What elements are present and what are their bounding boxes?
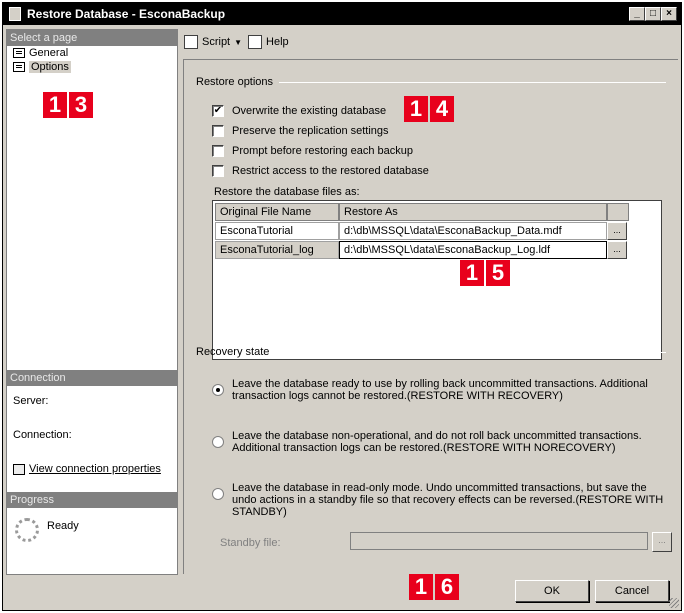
column-header-original[interactable]: Original File Name xyxy=(215,203,339,221)
window-controls: _ □ × xyxy=(629,7,677,21)
standby-file-input[interactable] xyxy=(350,532,648,550)
page-item-options[interactable]: Options xyxy=(7,60,177,74)
checkbox-label: Prompt before restoring each backup xyxy=(232,145,413,157)
table-row: EsconaTutorial_log d:\db\MSSQL\data\Esco… xyxy=(215,241,627,259)
preserve-replication-checkbox[interactable]: Preserve the replication settings xyxy=(212,124,389,138)
script-button[interactable]: Script ▼ xyxy=(184,35,242,49)
progress-section: Progress Ready xyxy=(7,492,177,542)
toolbar: Script ▼ Help xyxy=(184,35,289,49)
radio-recovery[interactable]: Leave the database ready to use by rolli… xyxy=(212,378,672,402)
spinner-icon xyxy=(15,518,39,542)
database-icon xyxy=(9,7,21,21)
radio-button xyxy=(212,436,224,448)
resize-grip[interactable] xyxy=(669,598,679,608)
left-panel: Select a page General Options 1 3 Connec… xyxy=(6,29,178,575)
radio-standby[interactable]: Leave the database in read-only mode. Un… xyxy=(212,482,672,518)
minimize-button[interactable]: _ xyxy=(629,7,645,21)
browse-button[interactable]: ... xyxy=(607,222,627,240)
group-title: Restore options xyxy=(196,76,274,88)
chevron-down-icon: ▼ xyxy=(234,37,243,47)
progress-status: Ready xyxy=(47,520,79,532)
callout-13-a: 1 xyxy=(43,92,67,118)
radio-label: Leave the database ready to use by rolli… xyxy=(232,378,648,402)
recovery-state-group: Recovery state xyxy=(196,346,666,358)
page-label: Options xyxy=(29,61,71,73)
checkbox-label: Overwrite the existing database xyxy=(232,105,387,117)
standby-file-label: Standby file: xyxy=(220,537,281,549)
restore-as-cell[interactable]: d:\db\MSSQL\data\EsconaBackup_Data.mdf xyxy=(339,222,607,240)
radio-button xyxy=(212,488,224,500)
ok-button[interactable]: OK xyxy=(515,580,589,602)
divider xyxy=(279,81,666,83)
properties-icon xyxy=(13,463,25,475)
view-connection-properties-link[interactable]: View connection properties xyxy=(7,462,177,476)
callout-14-b: 4 xyxy=(430,96,454,122)
select-page-header: Select a page xyxy=(7,30,177,46)
script-icon xyxy=(184,35,198,49)
table-row: EsconaTutorial d:\db\MSSQL\data\EsconaBa… xyxy=(215,222,627,240)
overwrite-checkbox[interactable]: ✔ Overwrite the existing database xyxy=(212,104,386,118)
radio-label: Leave the database non-operational, and … xyxy=(232,430,642,454)
checkbox-label: Preserve the replication settings xyxy=(232,125,389,137)
checkbox-box xyxy=(212,145,224,157)
connection-label: Connection: xyxy=(13,429,72,441)
maximize-button[interactable]: □ xyxy=(645,7,661,21)
original-file-cell: EsconaTutorial_log xyxy=(215,241,339,259)
connection-header: Connection xyxy=(7,370,177,386)
restore-files-label: Restore the database files as: xyxy=(214,186,360,198)
page-icon xyxy=(13,62,25,72)
page-item-general[interactable]: General xyxy=(7,46,177,60)
close-button[interactable]: × xyxy=(661,7,677,21)
radio-button xyxy=(212,384,224,396)
title-bar[interactable]: Restore Database - EsconaBackup _ □ × xyxy=(3,3,681,25)
callout-16-b: 6 xyxy=(435,574,459,600)
restore-database-window: Restore Database - EsconaBackup _ □ × Se… xyxy=(2,2,682,611)
progress-header: Progress xyxy=(7,492,177,508)
column-header-blank xyxy=(607,203,629,221)
callout-16-a: 1 xyxy=(409,574,433,600)
checkbox-box xyxy=(212,125,224,137)
options-content: Restore options ✔ Overwrite the existing… xyxy=(183,59,678,574)
checkbox-label: Restrict access to the restored database xyxy=(232,165,429,177)
callout-14-a: 1 xyxy=(404,96,428,122)
files-grid: Original File Name Restore As EsconaTuto… xyxy=(212,200,662,360)
server-label: Server: xyxy=(13,395,49,407)
dialog-footer: 1 6 OK Cancel xyxy=(3,574,681,610)
progress-status-row: Ready xyxy=(7,518,177,542)
prompt-before-restore-checkbox[interactable]: Prompt before restoring each backup xyxy=(212,144,413,158)
link-text: View connection properties xyxy=(29,463,161,475)
page-label: General xyxy=(29,47,69,59)
original-file-cell: EsconaTutorial xyxy=(215,222,339,240)
group-title: Recovery state xyxy=(196,346,270,358)
connection-section: Connection Server: Connection: View conn… xyxy=(7,370,177,476)
checkbox-box: ✔ xyxy=(212,105,224,117)
help-button[interactable]: Help xyxy=(248,35,289,49)
callout-15-b: 5 xyxy=(486,260,510,286)
restore-as-cell[interactable]: d:\db\MSSQL\data\EsconaBackup_Log.ldf xyxy=(339,241,607,259)
browse-button[interactable]: ... xyxy=(607,241,627,259)
cancel-button[interactable]: Cancel xyxy=(595,580,669,602)
standby-browse-button[interactable]: ... xyxy=(652,532,672,552)
radio-label: Leave the database in read-only mode. Un… xyxy=(232,482,664,518)
page-icon xyxy=(13,48,25,58)
help-icon xyxy=(248,35,263,49)
restore-options-group: Restore options xyxy=(196,76,666,88)
callout-15-a: 1 xyxy=(460,260,484,286)
grid-header-row: Original File Name Restore As xyxy=(215,203,629,221)
script-label: Script xyxy=(202,36,231,48)
divider xyxy=(275,351,666,353)
restrict-access-checkbox[interactable]: Restrict access to the restored database xyxy=(212,164,429,178)
checkbox-box xyxy=(212,165,224,177)
column-header-restore-as[interactable]: Restore As xyxy=(339,203,607,221)
help-label: Help xyxy=(266,36,289,48)
right-panel: Script ▼ Help Restore options ✔ Overwrit… xyxy=(180,29,679,575)
radio-norecovery[interactable]: Leave the database non-operational, and … xyxy=(212,430,672,454)
callout-13-b: 3 xyxy=(69,92,93,118)
window-title: Restore Database - EsconaBackup xyxy=(27,7,226,21)
